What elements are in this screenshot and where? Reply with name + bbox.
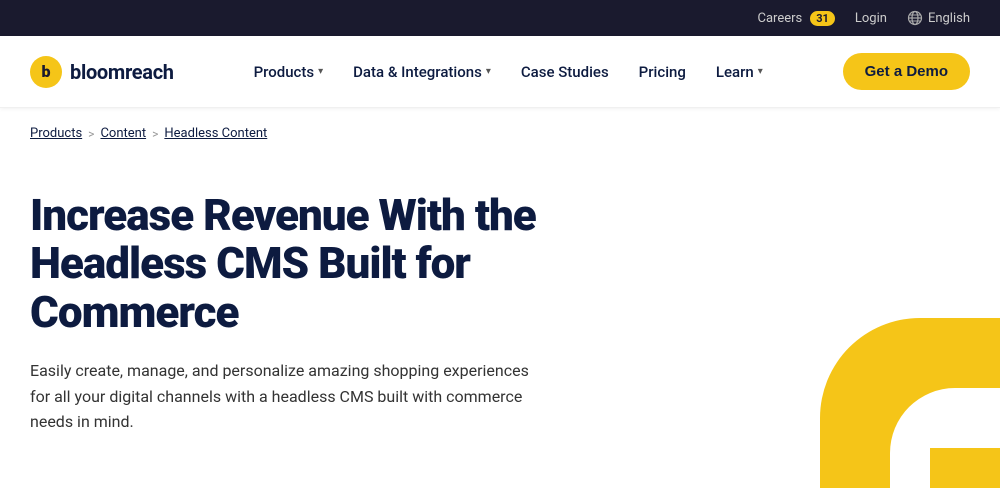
breadcrumb: Products > Content > Headless Content — [30, 126, 970, 141]
nav-learn[interactable]: Learn ▾ — [716, 63, 763, 81]
nav-pricing[interactable]: Pricing — [639, 63, 686, 81]
logo-text: bloomreach — [70, 60, 174, 84]
breadcrumb-products[interactable]: Products — [30, 126, 82, 141]
nav-case-studies[interactable]: Case Studies — [521, 63, 609, 81]
login-label: Login — [855, 11, 887, 26]
nav-data-integrations-label: Data & Integrations — [353, 63, 482, 81]
globe-icon — [907, 10, 923, 26]
yellow-rect — [930, 448, 1000, 488]
breadcrumb-sep-1: > — [88, 127, 94, 141]
nav-links: Products ▾ Data & Integrations ▾ Case St… — [254, 63, 763, 81]
careers-badge: 31 — [810, 11, 835, 26]
main-navigation: b bloomreach Products ▾ Data & Integrati… — [0, 36, 1000, 108]
breadcrumb-headless-content[interactable]: Headless Content — [164, 126, 267, 141]
careers-label: Careers — [758, 11, 803, 26]
breadcrumb-area: Products > Content > Headless Content — [0, 108, 1000, 151]
top-bar: Careers 31 Login English — [0, 0, 1000, 36]
nav-data-integrations[interactable]: Data & Integrations ▾ — [353, 63, 491, 81]
breadcrumb-content[interactable]: Content — [100, 126, 146, 141]
hero-content: Increase Revenue With the Headless CMS B… — [30, 191, 630, 435]
nav-case-studies-label: Case Studies — [521, 63, 609, 81]
login-link[interactable]: Login — [855, 11, 887, 26]
chevron-down-icon: ▾ — [318, 66, 323, 77]
decorative-yellow-shape — [800, 298, 1000, 488]
nav-products[interactable]: Products ▾ — [254, 63, 324, 81]
get-demo-button[interactable]: Get a Demo — [843, 53, 970, 90]
hero-title: Increase Revenue With the Headless CMS B… — [30, 191, 630, 336]
logo-icon: b — [30, 56, 62, 88]
nav-pricing-label: Pricing — [639, 63, 686, 81]
chevron-down-icon: ▾ — [486, 66, 491, 77]
language-label: English — [928, 11, 970, 26]
chevron-down-icon: ▾ — [758, 66, 763, 77]
nav-products-label: Products — [254, 63, 315, 81]
careers-link[interactable]: Careers 31 — [758, 11, 835, 26]
breadcrumb-sep-2: > — [152, 127, 158, 141]
hero-subtitle: Easily create, manage, and personalize a… — [30, 358, 550, 435]
nav-learn-label: Learn — [716, 63, 754, 81]
hero-section: Increase Revenue With the Headless CMS B… — [0, 151, 1000, 488]
logo[interactable]: b bloomreach — [30, 56, 174, 88]
language-selector[interactable]: English — [907, 10, 970, 26]
